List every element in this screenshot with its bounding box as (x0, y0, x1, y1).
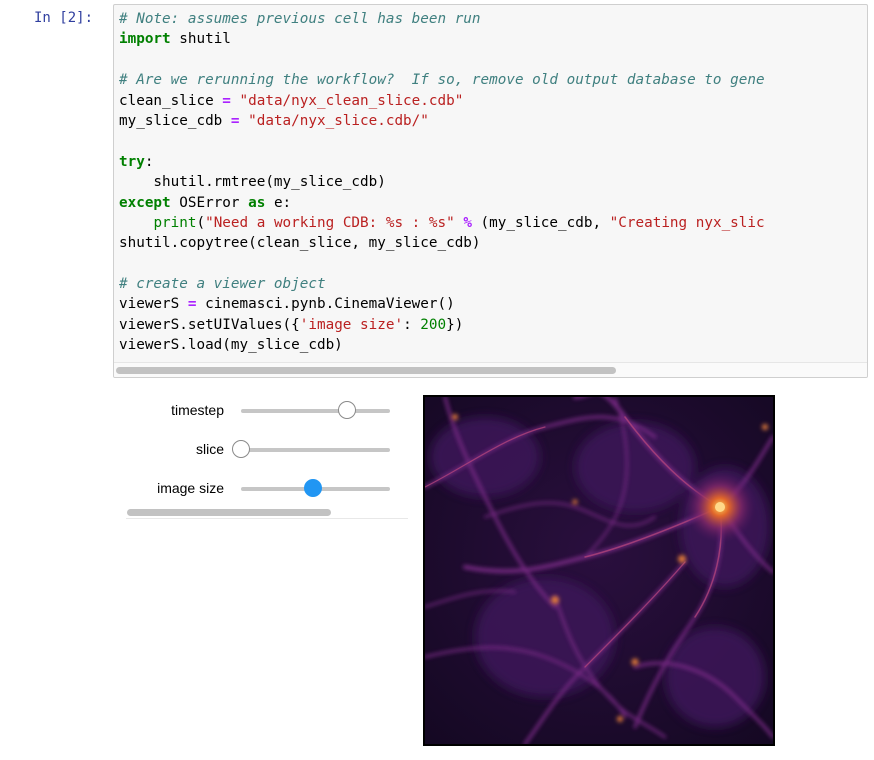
code-token: print (153, 214, 197, 231)
code-token: import (119, 31, 171, 48)
slice-label: slice (195, 441, 224, 457)
code-line: import shutil (119, 29, 765, 49)
code-token: # Note: assumes previous cell has been r… (119, 11, 481, 27)
code-token: OSError (170, 194, 249, 211)
code-line: my_slice_cdb = "data/nyx_slice.cdb/" (119, 111, 765, 131)
code-token: = (222, 92, 231, 109)
code-line: viewerS = cinemasci.pynb.CinemaViewer() (119, 294, 765, 314)
code-token: shutil.rmtree(my_slice_cdb) (119, 174, 386, 191)
code-token: as (248, 194, 266, 211)
code-token: viewerS.load(my_slice_cdb) (119, 337, 343, 354)
code-token: shutil (170, 31, 231, 48)
code-token: e: (265, 194, 292, 211)
cinema-viewer-image (423, 395, 775, 746)
code-token: (my_slice_cdb, (471, 214, 610, 231)
code-token: 'image size' (299, 316, 404, 333)
code-token: "Need a working CDB: %s : %s" (205, 214, 455, 231)
code-token: # create a viewer object (119, 276, 326, 293)
code-token: "data/nyx_clean_slice.cdb" (239, 92, 464, 109)
code-line: except OSError as e: (119, 193, 765, 213)
image-size-slider-handle[interactable] (303, 479, 322, 497)
code-token: }) (446, 316, 464, 333)
widgets-horizontal-scrollbar[interactable] (126, 506, 408, 519)
code-line: print("Need a working CDB: %s : %s" % (m… (119, 213, 765, 233)
code-line: # Are we rerunning the workflow? If so, … (119, 70, 765, 90)
code-line: # create a viewer object (119, 274, 765, 294)
code-line: clean_slice = "data/nyx_clean_slice.cdb" (119, 91, 765, 111)
slice-slider-row: slice (126, 435, 406, 465)
nyx-density-slice-image (425, 397, 773, 744)
code-token: % (463, 214, 472, 231)
slice-slider-handle[interactable] (232, 440, 250, 458)
cell-prompt: In [2]: (34, 10, 94, 26)
code-line: shutil.rmtree(my_slice_cdb) (119, 172, 765, 192)
code-scrollbar-thumb[interactable] (116, 367, 616, 374)
image-size-slider-row: image size (126, 474, 406, 504)
timestep-label: timestep (171, 402, 224, 418)
code-line: shutil.copytree(clean_slice, my_slice_cd… (119, 233, 765, 253)
code-horizontal-scrollbar[interactable] (114, 362, 867, 377)
slice-slider-track[interactable] (241, 448, 390, 452)
code-token: ( (196, 214, 206, 231)
code-token: except (119, 194, 171, 211)
timestep-slider-track[interactable] (241, 409, 390, 413)
code-token: "Creating nyx_slic (609, 214, 765, 231)
timestep-slider-handle[interactable] (337, 401, 356, 419)
code-token: my_slice_cdb (119, 112, 231, 129)
code-token: clean_slice (119, 92, 223, 109)
code-token: try (119, 153, 145, 170)
code-token: = (230, 112, 240, 129)
code-token: "data/nyx_slice.cdb/" (248, 112, 429, 129)
code-cell-input[interactable]: # Note: assumes previous cell has been r… (113, 4, 868, 378)
code-token: cinemasci.pynb.CinemaViewer() (196, 296, 455, 313)
code-token: : (403, 316, 421, 333)
widgets-scrollbar-thumb[interactable] (127, 509, 331, 516)
code-editor[interactable]: # Note: assumes previous cell has been r… (119, 9, 765, 356)
timestep-slider-row: timestep (126, 396, 406, 426)
code-line: # Note: assumes previous cell has been r… (119, 9, 765, 29)
image-size-label: image size (157, 480, 224, 496)
code-token: : (144, 153, 154, 170)
code-token: # Are we rerunning the workflow? If so, … (119, 72, 765, 89)
code-token: viewerS.setUIValues({ (119, 316, 300, 333)
code-token: shutil.copytree(clean_slice, my_slice_cd… (119, 235, 481, 252)
code-line: try: (119, 152, 765, 172)
code-line: viewerS.load(my_slice_cdb) (119, 335, 765, 355)
code-token: viewerS (119, 296, 188, 313)
code-line: viewerS.setUIValues({'image size': 200}) (119, 315, 765, 335)
code-token: 200 (420, 316, 447, 333)
viewer-controls: timestep slice image size (126, 396, 408, 522)
